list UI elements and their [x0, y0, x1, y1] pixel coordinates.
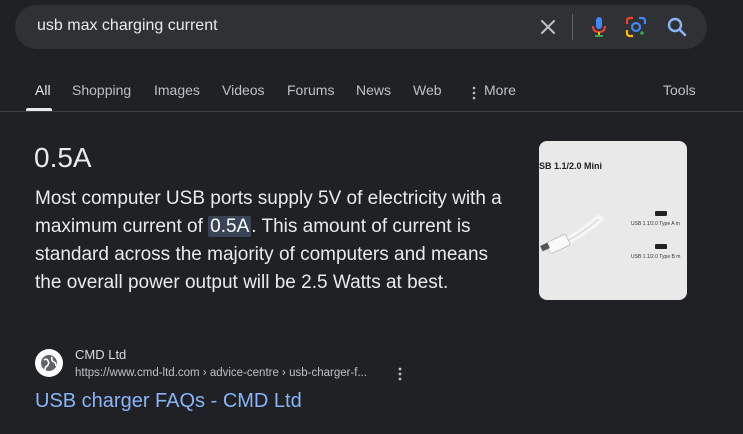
featured-answer: 0.5A — [34, 142, 92, 173]
search-icon[interactable] — [666, 16, 688, 38]
more-vert-icon[interactable] — [472, 86, 476, 100]
tab-all[interactable]: All — [35, 82, 51, 98]
search-bar[interactable]: usb max charging current — [15, 5, 707, 49]
globe-icon — [41, 355, 57, 371]
result-title-link[interactable]: USB charger FAQs - CMD Ltd — [35, 390, 302, 413]
search-tabs: All Shopping Images Videos Forums News W… — [0, 78, 743, 112]
tab-web[interactable]: Web — [413, 82, 442, 98]
result-options-icon[interactable] — [398, 367, 402, 381]
image-label-a: USB 1.1/2.0 Type A m — [631, 221, 680, 227]
image-heading: SB 1.1/2.0 Mini — [539, 161, 602, 171]
featured-snippet-text: Most computer USB ports supply 5V of ele… — [35, 185, 515, 297]
tab-more[interactable]: More — [484, 82, 516, 98]
clear-icon[interactable] — [538, 17, 558, 37]
search-divider — [572, 14, 573, 40]
google-lens-icon[interactable] — [625, 16, 647, 38]
image-label-b: USB 1.1/2.0 Type B m — [631, 254, 680, 260]
site-url[interactable]: https://www.cmd-ltd.com › advice-centre … — [75, 367, 367, 379]
site-name[interactable]: CMD Ltd — [75, 347, 126, 362]
snippet-image[interactable]: SB 1.1/2.0 Mini USB 1.1/2.0 Type A m USB… — [539, 141, 687, 300]
snippet-highlight: 0.5A — [208, 216, 252, 237]
microphone-icon[interactable] — [589, 15, 609, 39]
tools-button[interactable]: Tools — [663, 82, 696, 98]
site-favicon[interactable] — [35, 349, 63, 377]
tab-shopping[interactable]: Shopping — [72, 82, 131, 98]
tabs-divider — [0, 111, 743, 112]
tab-forums[interactable]: Forums — [287, 82, 334, 98]
search-input[interactable]: usb max charging current — [37, 17, 218, 35]
usb-cable-image: SB 1.1/2.0 Mini USB 1.1/2.0 Type A m USB… — [539, 161, 680, 260]
tab-images[interactable]: Images — [154, 82, 200, 98]
tab-news[interactable]: News — [356, 82, 391, 98]
tab-videos[interactable]: Videos — [222, 82, 265, 98]
